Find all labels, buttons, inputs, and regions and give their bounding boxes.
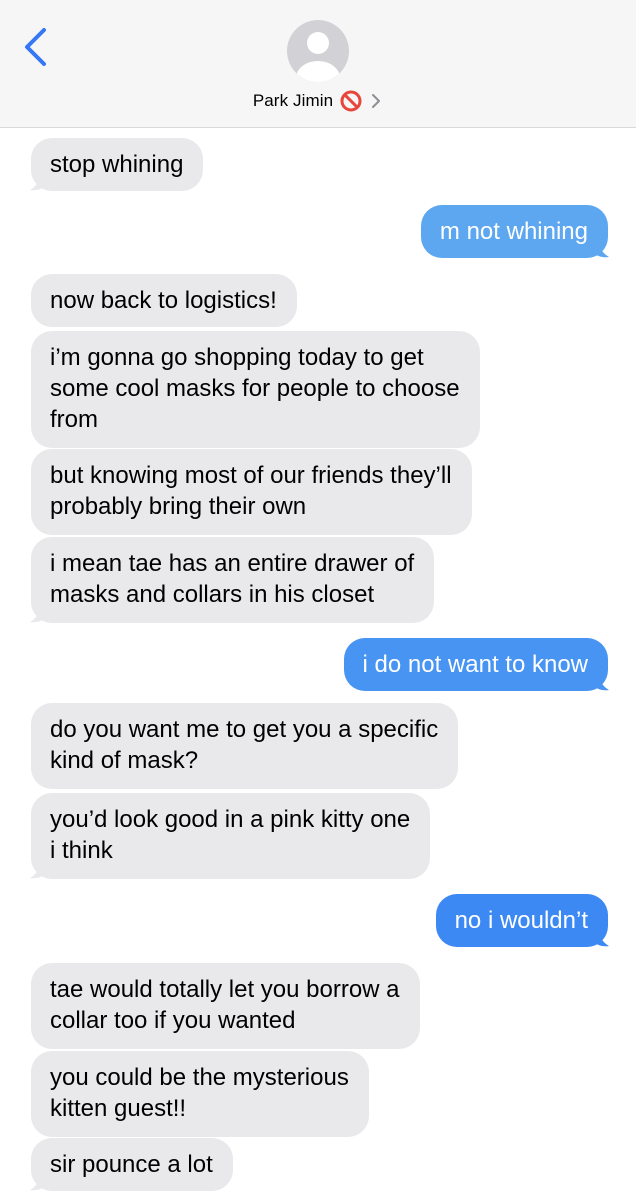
message-text-line: some cool masks for people to choose (50, 375, 460, 402)
incoming-message[interactable]: i mean tae has an entire drawer of masks … (31, 537, 435, 623)
message-text-line: but knowing most of our friends they’ll (50, 462, 452, 489)
message-text-line: sir pounce a lot (50, 1151, 213, 1178)
message-text-line: now back to logistics! (50, 287, 277, 314)
message-text-line: tae would totally let you borrow a (50, 976, 400, 1003)
message-text-line: i mean tae has an entire drawer of (50, 550, 415, 577)
incoming-message[interactable]: stop whining (31, 138, 204, 191)
bubble-tail (30, 1169, 45, 1191)
contact-avatar[interactable] (287, 20, 349, 82)
bubble-tail (30, 601, 45, 623)
back-button[interactable] (18, 26, 58, 70)
message-text-line: you’d look good in a pink kitty one (50, 806, 411, 833)
message-text-line: from (50, 406, 98, 433)
outgoing-message[interactable]: m not whining (420, 205, 608, 258)
message-text-line: no i wouldn’t (454, 907, 588, 934)
message-text-line: collar too if you wanted (50, 1007, 296, 1034)
chevron-left-icon (25, 28, 46, 66)
incoming-message[interactable]: you could be the mysterious kitten guest!… (31, 1051, 369, 1137)
incoming-message[interactable]: but knowing most of our friends they’ll p… (31, 449, 472, 535)
incoming-message[interactable]: sir pounce a lot (31, 1138, 233, 1191)
bubble-tail (594, 925, 609, 947)
message-thread[interactable]: stop whining m not whining now back to log… (0, 128, 636, 1200)
chevron-right-icon (372, 94, 381, 108)
outgoing-message[interactable]: no i wouldn’t (435, 894, 608, 947)
message-text-line: you could be the mysterious (50, 1064, 349, 1091)
message-text-line: m not whining (439, 218, 588, 245)
person-silhouette-icon (296, 32, 340, 82)
message-text-line: kitten guest!! (50, 1095, 187, 1122)
bubble-tail (594, 236, 609, 258)
message-text-line: masks and collars in his closet (50, 581, 375, 608)
bubble-tail (594, 669, 609, 691)
message-text-line: i’m gonna go shopping today to get (50, 344, 424, 371)
incoming-message[interactable]: you’d look good in a pink kitty one i thi… (31, 793, 431, 879)
message-text-line: stop whining (50, 151, 184, 178)
outgoing-message[interactable]: i do not want to know (343, 638, 608, 691)
prohibited-icon (340, 90, 362, 112)
incoming-message[interactable]: i’m gonna go shopping today to get some c… (31, 331, 480, 448)
message-text-line: i think (50, 837, 113, 864)
incoming-message[interactable]: do you want me to get you a specific kind… (31, 703, 459, 789)
message-text-line: kind of mask? (50, 747, 199, 774)
bubble-tail (30, 857, 45, 879)
message-text-line: probably bring their own (50, 493, 307, 520)
conversation-header: Park Jimin (0, 0, 636, 128)
contact-details-button[interactable]: Park Jimin (0, 88, 636, 114)
message-text-line: i do not want to know (362, 651, 588, 678)
incoming-message[interactable]: tae would totally let you borrow a collar… (31, 963, 420, 1049)
message-text-line: do you want me to get you a specific (50, 716, 439, 743)
bubble-tail (30, 169, 45, 191)
contact-name: Park Jimin (252, 91, 334, 110)
incoming-message[interactable]: now back to logistics! (31, 274, 297, 327)
